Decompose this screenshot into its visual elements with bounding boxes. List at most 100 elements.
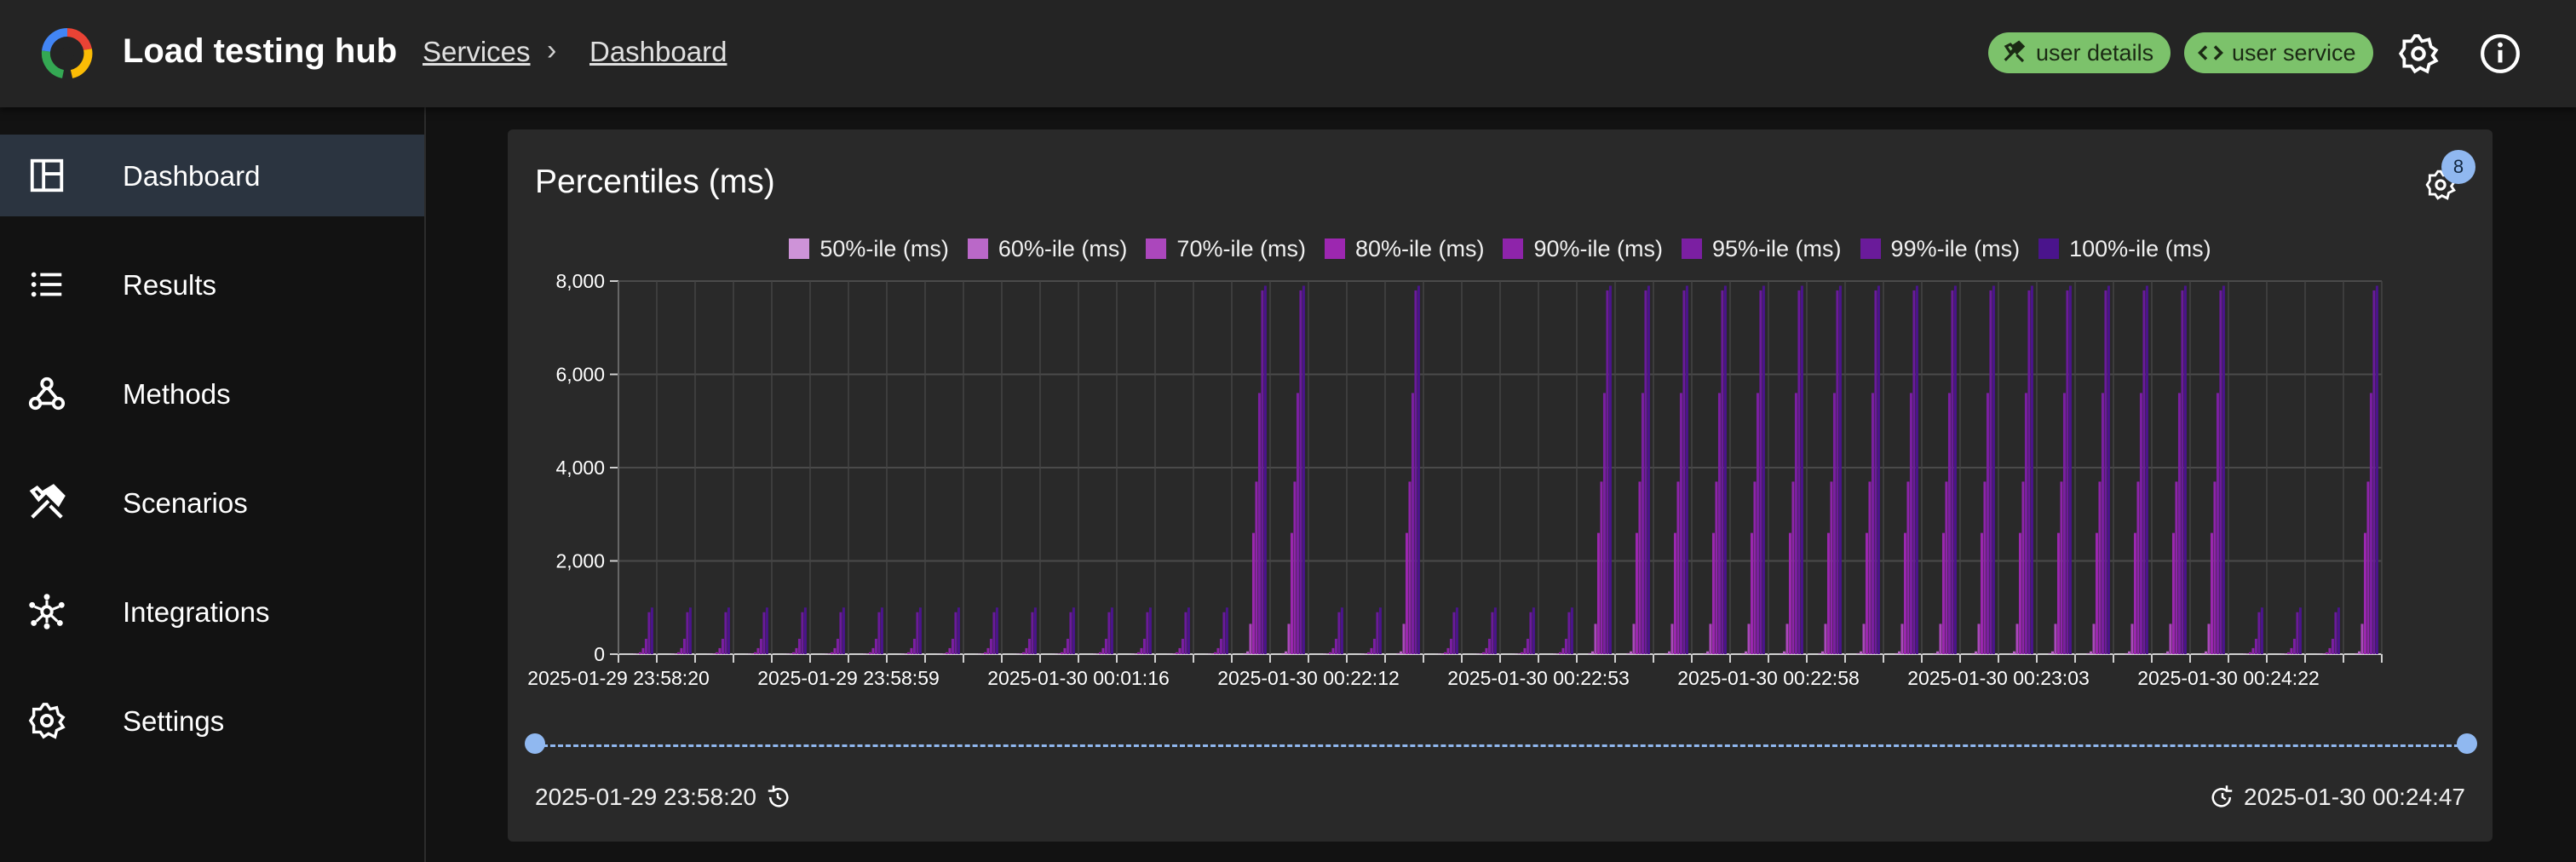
legend-item[interactable]: 80%-ile (ms) [1324,232,1484,266]
bar [1762,285,1765,654]
bar [871,647,875,654]
bar [1455,607,1458,654]
bar [1440,653,1444,654]
bar [1328,652,1331,654]
bar [1251,532,1255,654]
bar [1245,651,1249,654]
bar [2357,651,2360,654]
legend-item[interactable]: 95%-ile (ms) [1682,232,1842,266]
bar [1372,638,1376,654]
gear-icon[interactable] [2397,32,2440,75]
bar [1479,653,1482,654]
legend-label: 70%-ile (ms) [1176,235,1306,261]
bar [1685,285,1688,654]
bar [2213,481,2217,654]
bar [983,652,986,654]
bar [1830,481,1833,654]
bar [1243,652,1246,654]
legend-item[interactable]: 50%-ile (ms) [789,232,949,266]
bar [1187,607,1190,654]
bar [756,647,760,654]
bar [877,612,881,654]
bar [1947,393,1951,654]
bar [1818,652,1821,654]
bar [1210,653,1214,654]
x-tick-label: 2025-01-30 00:24:22 [2137,667,2320,689]
bar [682,638,686,654]
sidebar-item-settings[interactable]: Settings [0,680,424,761]
bar [1933,652,1936,654]
bar [1935,651,1939,654]
bar [1915,285,1918,654]
bar [1676,481,1680,654]
y-tick-label: 8,000 [555,274,605,292]
range-slider-start-handle[interactable] [525,733,545,754]
sidebar-item-integrations[interactable]: Integrations [0,571,424,652]
bar [1753,481,1757,654]
bar [1325,653,1329,654]
bar [1481,652,1485,654]
bar [1941,532,1945,654]
info-icon[interactable] [2479,32,2521,75]
legend-item[interactable]: 99%-ile (ms) [1860,232,2020,266]
bar [2104,290,2107,654]
bar [2066,290,2069,654]
bar [1759,290,1762,654]
range-end-label: 2025-01-30 00:24:47 [2244,784,2465,810]
breadcrumb-services[interactable]: Services [423,36,531,68]
bar [1983,481,1987,654]
range-start-label: 2025-01-29 23:58:20 [535,784,756,810]
bar [2145,285,2148,654]
bar [2048,652,2051,654]
bar [2169,624,2172,654]
sidebar-item-methods[interactable]: Methods [0,353,424,434]
legend-item[interactable]: 60%-ile (ms) [967,232,1127,266]
legend-item[interactable]: 90%-ile (ms) [1503,232,1663,266]
chip-user-service[interactable]: user service [2184,32,2373,73]
sidebar-item-dashboard[interactable]: Dashboard [0,135,424,216]
bar [1980,532,1983,654]
sidebar-item-scenarios[interactable]: Scenarios [0,462,424,543]
bar [1142,638,1146,654]
bar [718,647,722,654]
bar [2325,652,2328,654]
bar [1517,653,1521,654]
bar [765,607,768,654]
range-slider-track[interactable] [535,744,2467,747]
bar [1971,652,1975,654]
bar [980,653,984,654]
bar [2101,393,2104,654]
bar [1178,647,1182,654]
bar [1856,652,1860,654]
bar [2107,285,2110,654]
bar [2331,638,2334,654]
bar [1175,652,1178,654]
bar [1290,532,1293,654]
legend-item[interactable]: 100%-ile (ms) [2038,232,2211,266]
y-tick-label: 4,000 [555,457,605,479]
legend-item[interactable]: 70%-ile (ms) [1146,232,1306,266]
breadcrumb-dashboard[interactable]: Dashboard [589,36,727,68]
bar [676,652,680,654]
sidebar-item-label: Results [123,269,217,301]
bar [1213,652,1216,654]
bar [1219,638,1222,654]
bar [992,612,996,654]
bar [868,652,871,654]
bar [762,612,766,654]
range-slider-end-handle[interactable] [2457,733,2477,754]
bar [2054,624,2057,654]
percentiles-bar-chart: 0 2,000 4,000 6,000 8,000 2025-01-29 23:58:20… [527,274,2383,689]
bar [2284,653,2287,654]
hub-icon [29,594,65,629]
bar [1031,612,1034,654]
bar [1449,638,1452,654]
bar [650,607,653,654]
sidebar-item-results[interactable]: Results [0,244,424,325]
bar [1647,285,1650,654]
bar [1567,612,1571,654]
chip-user-details[interactable]: user details [1988,32,2171,73]
bar [2219,290,2222,654]
bar [1903,532,1906,654]
bar [1284,651,1287,654]
